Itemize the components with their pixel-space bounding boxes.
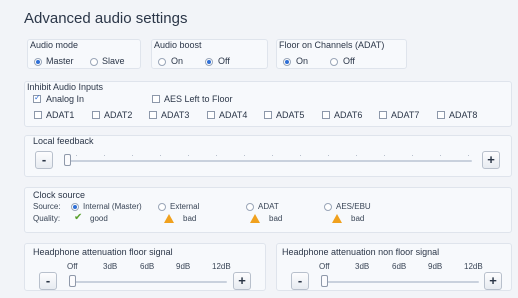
- hp-floor-plus-button[interactable]: +: [233, 272, 251, 290]
- local-feedback-label: Local feedback: [33, 136, 94, 146]
- clock-source-label: Clock source: [33, 190, 86, 200]
- clock-adat-radio[interactable]: [246, 203, 254, 211]
- adat4-checkbox[interactable]: [207, 111, 215, 119]
- page-title: Advanced audio settings: [24, 10, 188, 27]
- local-feedback-tick: [468, 155, 469, 156]
- hp-nonfloor-minus-button[interactable]: -: [291, 272, 309, 290]
- local-feedback-tick: [216, 155, 217, 156]
- audio-mode-slave-label: Slave: [102, 56, 125, 66]
- clock-adat-label: ADAT: [258, 202, 279, 211]
- warning-icon: [250, 214, 260, 223]
- hp-floor-tick-label: 12dB: [212, 262, 231, 271]
- local-feedback-panel: [24, 135, 512, 177]
- hp-nonfloor-thumb[interactable]: [321, 275, 328, 287]
- hp-floor-tick-label: 3dB: [103, 262, 118, 271]
- quality-internal-label: good: [90, 214, 108, 223]
- hp-floor-tick-label: Off: [67, 262, 78, 271]
- local-feedback-tick: [300, 155, 301, 156]
- local-feedback-tick: [412, 155, 413, 156]
- local-feedback-tick: [440, 155, 441, 156]
- hp-floor-minus-button[interactable]: -: [39, 272, 57, 290]
- quality-aes-label: bad: [351, 214, 365, 223]
- local-feedback-plus-button[interactable]: +: [482, 151, 500, 169]
- local-feedback-thumb[interactable]: [64, 154, 71, 166]
- audio-boost-off-radio[interactable]: [205, 58, 213, 66]
- hp-nonfloor-tick-label: 3dB: [355, 262, 370, 271]
- clock-internal-label: Internal (Master): [83, 202, 142, 211]
- hp-floor-track[interactable]: [71, 281, 227, 283]
- adat5-label: ADAT5: [276, 110, 305, 120]
- hp-floor-tick-label: 9dB: [176, 262, 191, 271]
- aes-left-floor-label: AES Left to Floor: [164, 94, 233, 104]
- local-feedback-tick: [76, 155, 77, 156]
- local-feedback-tick: [244, 155, 245, 156]
- local-feedback-tick: [272, 155, 273, 156]
- quality-label: Quality:: [33, 214, 61, 223]
- audio-mode-master-radio[interactable]: [34, 58, 42, 66]
- floor-channels-off-label: Off: [343, 56, 355, 66]
- clock-aes-label: AES/EBU: [336, 202, 371, 211]
- audio-boost-off-label: Off: [218, 56, 230, 66]
- local-feedback-tick: [188, 155, 189, 156]
- local-feedback-minus-button[interactable]: -: [35, 151, 53, 169]
- adat1-checkbox[interactable]: [34, 111, 42, 119]
- audio-boost-on-label: On: [171, 56, 184, 66]
- hp-nonfloor-plus-button[interactable]: +: [484, 272, 502, 290]
- floor-channels-off-radio[interactable]: [330, 58, 338, 66]
- floor-channels-label: Floor on Channels (ADAT): [279, 40, 385, 50]
- hp-nonfloor-tick-label: 12dB: [464, 262, 483, 271]
- floor-channels-on-label: On: [296, 56, 309, 66]
- adat1-label: ADAT1: [46, 110, 75, 120]
- adat2-checkbox[interactable]: [92, 111, 100, 119]
- hp-nonfloor-tick-label: 9dB: [428, 262, 443, 271]
- audio-mode-slave-radio[interactable]: [90, 58, 98, 66]
- hp-nonfloor-tick-label: 6dB: [392, 262, 407, 271]
- audio-mode-label: Audio mode: [30, 40, 79, 50]
- adat2-label: ADAT2: [104, 110, 133, 120]
- adat7-label: ADAT7: [391, 110, 420, 120]
- adat3-checkbox[interactable]: [149, 111, 157, 119]
- adat4-label: ADAT4: [219, 110, 248, 120]
- local-feedback-tick: [328, 155, 329, 156]
- warning-icon: [164, 214, 174, 223]
- adat8-label: ADAT8: [449, 110, 478, 120]
- clock-aes-radio[interactable]: [324, 203, 332, 211]
- clock-internal-radio[interactable]: [71, 203, 79, 211]
- hp-floor-thumb[interactable]: [69, 275, 76, 287]
- adat8-checkbox[interactable]: [437, 111, 445, 119]
- hp-nonfloor-tick-label: Off: [319, 262, 330, 271]
- adat6-label: ADAT6: [334, 110, 363, 120]
- local-feedback-tick: [160, 155, 161, 156]
- inhibit-label: Inhibit Audio Inputs: [27, 82, 104, 92]
- quality-adat-label: bad: [269, 214, 283, 223]
- local-feedback-tick: [384, 155, 385, 156]
- adat5-checkbox[interactable]: [264, 111, 272, 119]
- adat3-label: ADAT3: [161, 110, 190, 120]
- floor-channels-on-radio[interactable]: [283, 58, 291, 66]
- adat7-checkbox[interactable]: [379, 111, 387, 119]
- local-feedback-track[interactable]: [66, 160, 472, 162]
- analog-in-checkbox[interactable]: [33, 93, 41, 103]
- analog-in-label: Analog In: [46, 94, 85, 104]
- clock-external-radio[interactable]: [158, 203, 166, 211]
- adat6-checkbox[interactable]: [322, 111, 330, 119]
- hp-nonfloor-track[interactable]: [323, 281, 479, 283]
- audio-boost-label: Audio boost: [154, 40, 202, 50]
- audio-boost-on-radio[interactable]: [158, 58, 166, 66]
- local-feedback-tick: [132, 155, 133, 156]
- quality-external-label: bad: [183, 214, 197, 223]
- local-feedback-tick: [356, 155, 357, 156]
- hp-floor-label: Headphone attenuation floor signal: [33, 247, 173, 257]
- source-label: Source:: [33, 202, 61, 211]
- hp-nonfloor-label: Headphone attenuation non floor signal: [282, 247, 440, 257]
- hp-floor-tick-label: 6dB: [140, 262, 155, 271]
- checkmark-icon: ✔: [74, 212, 83, 223]
- aes-left-floor-checkbox[interactable]: [152, 95, 160, 103]
- audio-mode-master-label: Master: [46, 56, 74, 66]
- warning-icon: [332, 214, 342, 223]
- clock-external-label: External: [170, 202, 200, 211]
- local-feedback-tick: [104, 155, 105, 156]
